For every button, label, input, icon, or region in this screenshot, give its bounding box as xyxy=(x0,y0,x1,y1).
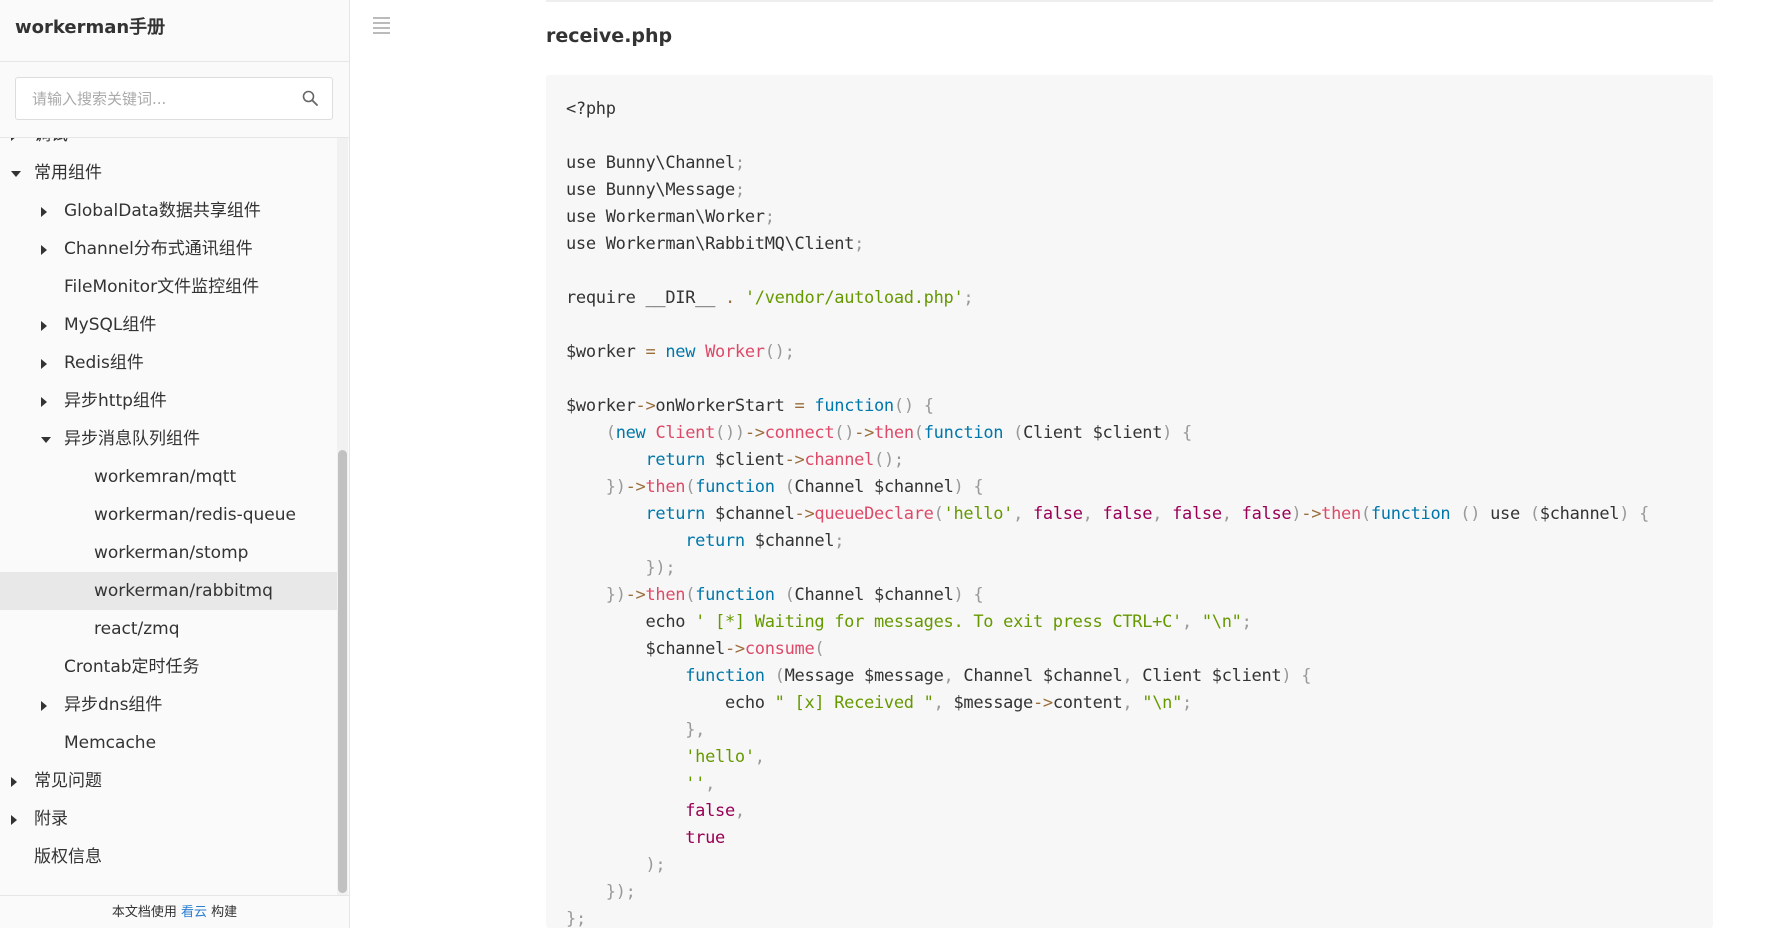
toc-item-label: MySQL组件 xyxy=(64,315,157,335)
toc-item-label: workemran/mqtt xyxy=(94,467,237,487)
toc-item[interactable]: workemran/mqtt xyxy=(0,458,337,496)
toc-item[interactable]: workerman/rabbitmq xyxy=(0,572,337,610)
toc-item-label: 异步消息队列组件 xyxy=(64,429,200,449)
toc-item[interactable]: 附录 xyxy=(0,800,337,838)
caret-right-icon[interactable] xyxy=(41,245,47,255)
search-bar xyxy=(0,62,349,138)
toc-item[interactable]: 调试 xyxy=(0,138,337,154)
toc-item-label: workerman/rabbitmq xyxy=(94,581,273,601)
caret-right-icon[interactable] xyxy=(11,777,17,787)
toc-item-label: Memcache xyxy=(64,733,157,753)
footer-prefix: 本文档使用 xyxy=(111,905,181,920)
toc-item-label: 异步dns组件 xyxy=(64,695,163,715)
footer-suffix: 构建 xyxy=(207,905,238,920)
toc-item-label: 调试 xyxy=(34,138,68,154)
toc-item[interactable]: GlobalData数据共享组件 xyxy=(0,192,337,230)
toc-item[interactable]: 常用组件 xyxy=(0,154,337,192)
toc-item-label: Crontab定时任务 xyxy=(64,657,200,677)
caret-right-icon[interactable] xyxy=(41,701,47,711)
toc-item[interactable]: 版权信息 xyxy=(0,838,337,876)
toc-item[interactable]: MySQL组件 xyxy=(0,306,337,344)
toc-item[interactable]: 异步dns组件 xyxy=(0,686,337,724)
toc-item[interactable]: FileMonitor文件监控组件 xyxy=(0,268,337,306)
toc-item[interactable]: Crontab定时任务 xyxy=(0,648,337,686)
caret-right-icon[interactable] xyxy=(41,359,47,369)
toc-item-label: 附录 xyxy=(34,809,68,829)
caret-right-icon[interactable] xyxy=(41,397,47,407)
toc-item-label: 异步http组件 xyxy=(64,391,167,411)
table-of-contents: 调试常用组件 GlobalData数据共享组件 Channel分布式通讯组件 File… xyxy=(0,138,337,895)
toc-item-label: react/zmq xyxy=(94,619,180,639)
toc-item[interactable]: Memcache xyxy=(0,724,337,762)
toc-item-label: FileMonitor文件监控组件 xyxy=(64,277,260,297)
book-title[interactable]: workerman手册 xyxy=(0,0,349,62)
sidebar: workerman手册 调试常用组件 GlobalData数据共享组件 Channe… xyxy=(0,0,350,928)
caret-right-icon[interactable] xyxy=(11,138,17,141)
toc-item-label: 常见问题 xyxy=(34,771,102,791)
search-icon[interactable] xyxy=(302,90,318,106)
toc-item[interactable]: 异步http组件 xyxy=(0,382,337,420)
caret-right-icon[interactable] xyxy=(11,815,17,825)
toc-item-label: Redis组件 xyxy=(64,353,144,373)
toc-list: 调试常用组件 GlobalData数据共享组件 Channel分布式通讯组件 File… xyxy=(0,138,337,876)
sidebar-footer: 本文档使用 看云 构建 xyxy=(0,895,349,928)
caret-down-icon[interactable] xyxy=(11,171,21,177)
toc-item-label: Channel分布式通讯组件 xyxy=(64,239,253,259)
kancloud-link[interactable]: 看云 xyxy=(181,905,207,920)
toc-item[interactable]: Channel分布式通讯组件 xyxy=(0,230,337,268)
toc-item-label: 版权信息 xyxy=(34,847,102,867)
toc-item-label: workerman/redis-queue xyxy=(94,505,296,525)
toc-item[interactable]: react/zmq xyxy=(0,610,337,648)
toc-item[interactable]: workerman/redis-queue xyxy=(0,496,337,534)
code-content: <?php use Bunny\Channel; use Bunny\Messa… xyxy=(566,99,1650,928)
toc-item[interactable]: 常见问题 xyxy=(0,762,337,800)
toc-item-label: 常用组件 xyxy=(34,163,102,183)
toc-item-label: workerman/stomp xyxy=(94,543,249,563)
code-block: <?php use Bunny\Channel; use Bunny\Messa… xyxy=(546,75,1713,928)
toc-item[interactable]: workerman/stomp xyxy=(0,534,337,572)
sidebar-scrollbar-thumb[interactable] xyxy=(338,450,347,893)
search-input[interactable] xyxy=(15,77,333,120)
caret-right-icon[interactable] xyxy=(41,321,47,331)
caret-down-icon[interactable] xyxy=(41,437,51,443)
menu-toggle-icon[interactable] xyxy=(373,17,390,34)
toc-item[interactable]: 异步消息队列组件 xyxy=(0,420,337,458)
caret-right-icon[interactable] xyxy=(41,207,47,217)
toc-item-label: GlobalData数据共享组件 xyxy=(64,201,261,221)
toc-item[interactable]: Redis组件 xyxy=(0,344,337,382)
file-title: receive.php xyxy=(546,25,673,47)
content-divider xyxy=(546,0,1713,2)
